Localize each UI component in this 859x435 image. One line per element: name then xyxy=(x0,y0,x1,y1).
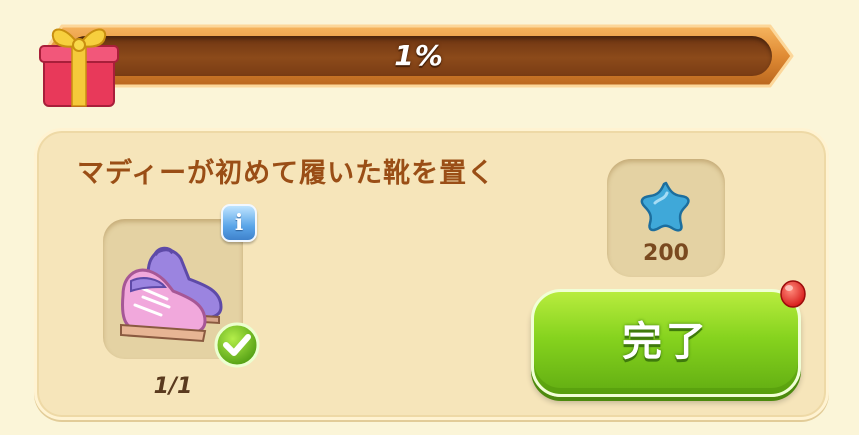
item-count: 1/1 xyxy=(153,374,193,399)
info-button[interactable]: i xyxy=(221,204,257,242)
gift-box-icon[interactable] xyxy=(36,20,122,112)
progress-bar: 1% xyxy=(36,20,828,107)
check-icon xyxy=(214,322,260,368)
notification-dot-icon xyxy=(780,280,806,308)
progress-track: 1% xyxy=(66,36,772,76)
reward-amount: 200 xyxy=(643,241,689,266)
complete-button[interactable]: 完了 xyxy=(531,289,801,397)
progress-percent: 1% xyxy=(394,39,444,72)
reward-slot: 200 xyxy=(607,159,725,277)
info-icon: i xyxy=(234,210,244,236)
blue-star-icon xyxy=(640,181,690,232)
quest-card: マディーが初めて履いた靴を置く i 1/1 200 完了 xyxy=(34,128,829,420)
complete-button-label: 完了 xyxy=(622,319,710,365)
quest-title: マディーが初めて履いた靴を置く xyxy=(77,158,496,189)
